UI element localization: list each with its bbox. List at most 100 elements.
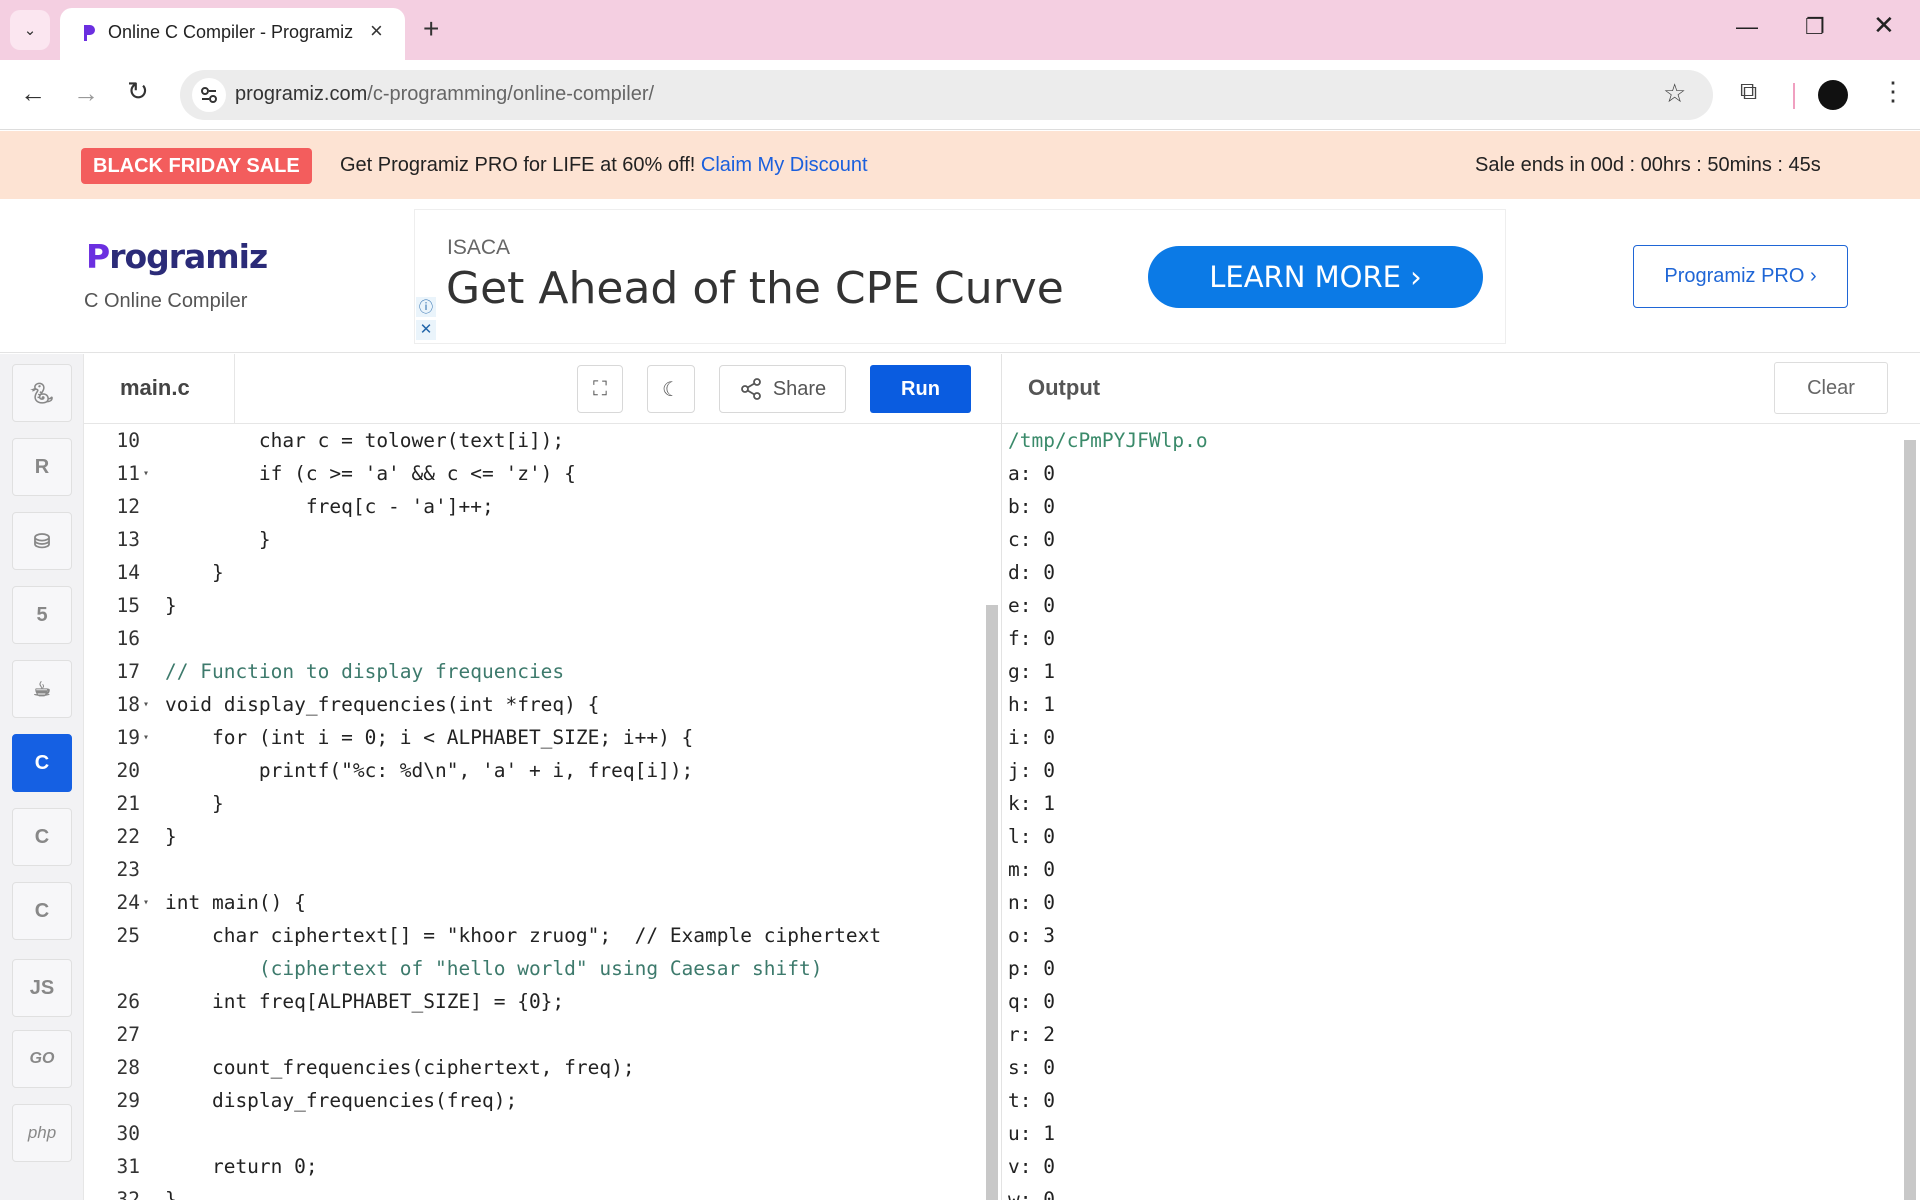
code-text: } [165,825,177,848]
sidebar-item-go[interactable]: GO [12,1030,72,1088]
run-button[interactable]: Run [870,365,971,413]
fold-toggle-icon[interactable]: ▾ [143,886,149,919]
code-line[interactable]: 22} [85,820,985,853]
close-window-icon[interactable]: ✕ [1873,10,1895,41]
profile-avatar[interactable] [1818,80,1848,110]
output-console[interactable]: /tmp/cPmPYJFWlp.o a: 0 b: 0 c: 0 d: 0 e: 0 f:… [1008,424,1898,1200]
line-number: 17 [116,660,140,683]
output-line: j: 0 [1008,759,1055,782]
line-number: 23 [116,858,140,881]
code-text: display_frequencies(freq); [165,1089,518,1112]
output-line: b: 0 [1008,495,1055,518]
site-info-icon[interactable] [192,78,226,112]
code-line[interactable]: (ciphertext of "hello world" using Caesa… [85,952,985,985]
sidebar-item-c[interactable]: C [12,734,72,792]
sidebar-item-javascript[interactable]: JS [12,959,72,1017]
code-line[interactable]: 30 [85,1117,985,1150]
sidebar-item-r[interactable]: R [12,438,72,496]
code-line[interactable]: 10 char c = tolower(text[i]); [85,424,985,457]
code-line[interactable]: 25 char ciphertext[] = "khoor zruog"; //… [85,919,985,952]
sidebar-item-html[interactable]: 5 [12,586,72,644]
reload-icon[interactable]: ↻ [127,76,149,107]
code-line[interactable]: 11 ▾ if (c >= 'a' && c <= 'z') { [85,457,985,490]
menu-kebab-icon[interactable]: ⋮ [1880,76,1906,107]
editor-scrollbar[interactable] [986,605,998,1200]
browser-tab[interactable]: Online C Compiler - Programiz × [60,8,405,60]
clear-button[interactable]: Clear [1774,362,1888,414]
new-tab-icon[interactable]: + [423,14,439,44]
fullscreen-button[interactable]: ⛶ [577,365,623,413]
line-number: 25 [116,924,140,947]
sidebar-item-php[interactable]: php [12,1104,72,1162]
share-button[interactable]: Share [719,365,846,413]
back-icon[interactable]: ← [20,78,46,109]
line-number: 20 [116,759,140,782]
code-line[interactable]: 12 freq[c - 'a']++; [85,490,985,523]
code-line[interactable]: 23 [85,853,985,886]
share-label: Share [772,377,827,400]
code-line[interactable]: 16 [85,622,985,655]
code-line[interactable]: 19 ▾ for (int i = 0; i < ALPHABET_SIZE; i… [85,721,985,754]
output-scrollbar[interactable] [1904,440,1916,1200]
claim-discount-link[interactable]: Claim My Discount [701,154,868,176]
code-line[interactable]: 14 } [85,556,985,589]
bookmark-star-icon[interactable]: ☆ [1663,78,1686,109]
fold-toggle-icon[interactable]: ▾ [143,457,149,490]
ad-close-icon[interactable]: ✕ [416,320,436,340]
sidebar-item-java[interactable]: ☕︎ [12,660,72,718]
tab-search-button[interactable]: ⌄ [10,10,50,50]
code-line[interactable]: 31 return 0; [85,1150,985,1183]
extensions-icon[interactable]: ⧉ [1740,78,1757,106]
minimize-icon[interactable]: — [1736,14,1758,40]
restore-icon[interactable]: ❐ [1805,14,1825,40]
code-line[interactable]: 13 } [85,523,985,556]
code-line[interactable]: 29 display_frequencies(freq); [85,1084,985,1117]
line-number: 22 [116,825,140,848]
close-tab-icon[interactable]: × [370,18,383,44]
code-line[interactable]: 21 } [85,787,985,820]
programiz-logo[interactable]: Programiz [86,237,268,276]
output-line: p: 0 [1008,957,1055,980]
js-icon: JS [29,976,55,999]
php-icon: php [27,1123,57,1142]
code-line[interactable]: 17 // Function to display frequencies [85,655,985,688]
code-line[interactable]: 27 [85,1018,985,1051]
sidebar-item-csharp[interactable]: C [12,882,72,940]
output-line: u: 1 [1008,1122,1055,1145]
programiz-pro-button[interactable]: Programiz PRO › [1633,245,1848,308]
panel-divider[interactable] [1001,354,1002,1200]
code-text: char ciphertext[] = "khoor zruog"; // Ex… [165,924,882,947]
output-line: h: 1 [1008,693,1055,716]
c-icon: C [34,751,50,774]
output-line: c: 0 [1008,528,1055,551]
sidebar-item-python[interactable]: 🐍︎ [12,364,72,422]
ad-brand: ISACA [447,236,511,259]
code-text: } [165,528,271,551]
code-line[interactable]: 26 int freq[ALPHABET_SIZE] = {0}; [85,985,985,1018]
code-line[interactable]: 32} [85,1183,985,1200]
code-line[interactable]: 18 ▾ void display_frequencies(int *freq) { [85,688,985,721]
ad-info-icon[interactable]: ⓘ [416,297,436,317]
fold-toggle-icon[interactable]: ▾ [143,721,149,754]
code-line[interactable]: 28 count_frequencies(ciphertext, freq); [85,1051,985,1084]
output-title: Output [1028,375,1101,400]
forward-icon[interactable]: → [73,78,99,109]
fold-toggle-icon[interactable]: ▾ [143,688,149,721]
logo-text: rogramiz [109,237,268,276]
line-number: 27 [116,1023,140,1046]
code-editor[interactable]: 10 char c = tolower(text[i]); 11 ▾ if (c >… [85,424,985,1200]
ad-learn-more-button[interactable]: LEARN MORE › [1148,246,1483,308]
tab-title: Online C Compiler - Programiz [108,22,354,42]
dark-mode-button[interactable]: ☾ [647,365,695,413]
code-line[interactable]: 20 printf("%c: %d\n", 'a' + i, freq[i]); [85,754,985,787]
code-line[interactable]: 15} [85,589,985,622]
code-text: char c = tolower(text[i]); [165,429,565,452]
sidebar-item-sql[interactable]: ⛁ [12,512,72,570]
code-line[interactable]: 24 ▾ int main() { [85,886,985,919]
line-number: 28 [116,1056,140,1079]
url-text[interactable]: programiz.com/c-programming/online-compi… [235,83,654,106]
sidebar-item-cpp[interactable]: C [12,808,72,866]
file-tab[interactable]: main.c [85,354,235,424]
line-number: 31 [116,1155,140,1178]
line-number: 21 [116,792,140,815]
